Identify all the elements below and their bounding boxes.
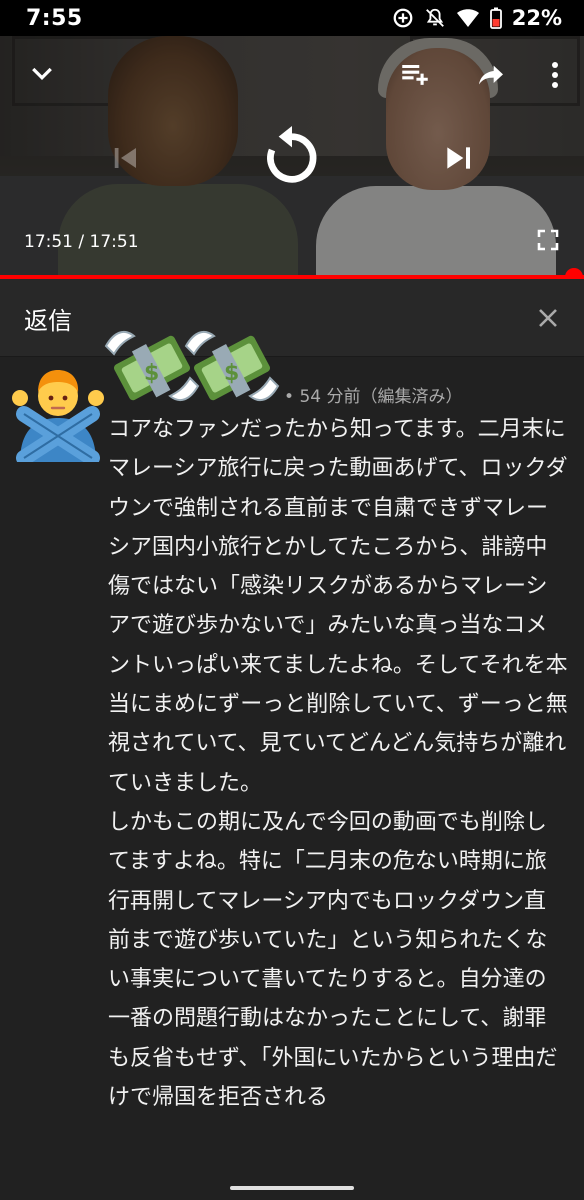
add-to-queue-icon[interactable] [396, 56, 434, 94]
mute-icon [424, 7, 446, 29]
video-player[interactable]: 17:51 / 17:51 [0, 36, 584, 276]
home-gesture-handle[interactable] [230, 1186, 354, 1190]
money-with-wings-sticker: $ [180, 314, 284, 418]
panel-title: 返信 [24, 307, 72, 335]
svg-text:$: $ [224, 361, 239, 386]
comment-thread: • 54 分前（編集済み） コアなファンだったから知ってます。二月末にマレーシア… [0, 358, 584, 1178]
replies-header: 返信 [0, 279, 584, 357]
share-icon[interactable] [472, 56, 510, 94]
svg-text:$: $ [144, 361, 159, 386]
battery-icon [489, 7, 502, 29]
person-gesturing-no-sticker [10, 358, 106, 466]
meta-separator: • [284, 387, 295, 407]
replay-icon[interactable] [256, 118, 328, 198]
fullscreen-icon[interactable] [532, 224, 564, 256]
status-icons: 22% [392, 6, 562, 30]
previous-icon[interactable] [106, 136, 146, 180]
battery-percent: 22% [511, 6, 562, 30]
time-display: 17:51 / 17:51 [24, 232, 139, 252]
more-icon[interactable] [540, 56, 570, 94]
close-icon[interactable] [530, 300, 566, 336]
status-bar: 7:55 22% [0, 0, 584, 36]
wifi-icon [456, 7, 480, 29]
next-icon[interactable] [438, 136, 478, 180]
chevron-down-icon[interactable] [24, 56, 60, 92]
status-time: 7:55 [26, 5, 83, 31]
comment-time: 54 分前（編集済み） [299, 387, 463, 407]
data-saver-icon [392, 7, 414, 29]
comment-text: コアなファンだったから知ってます。二月末にマレーシア旅行に戻った動画あげて、ロッ… [108, 417, 568, 1111]
